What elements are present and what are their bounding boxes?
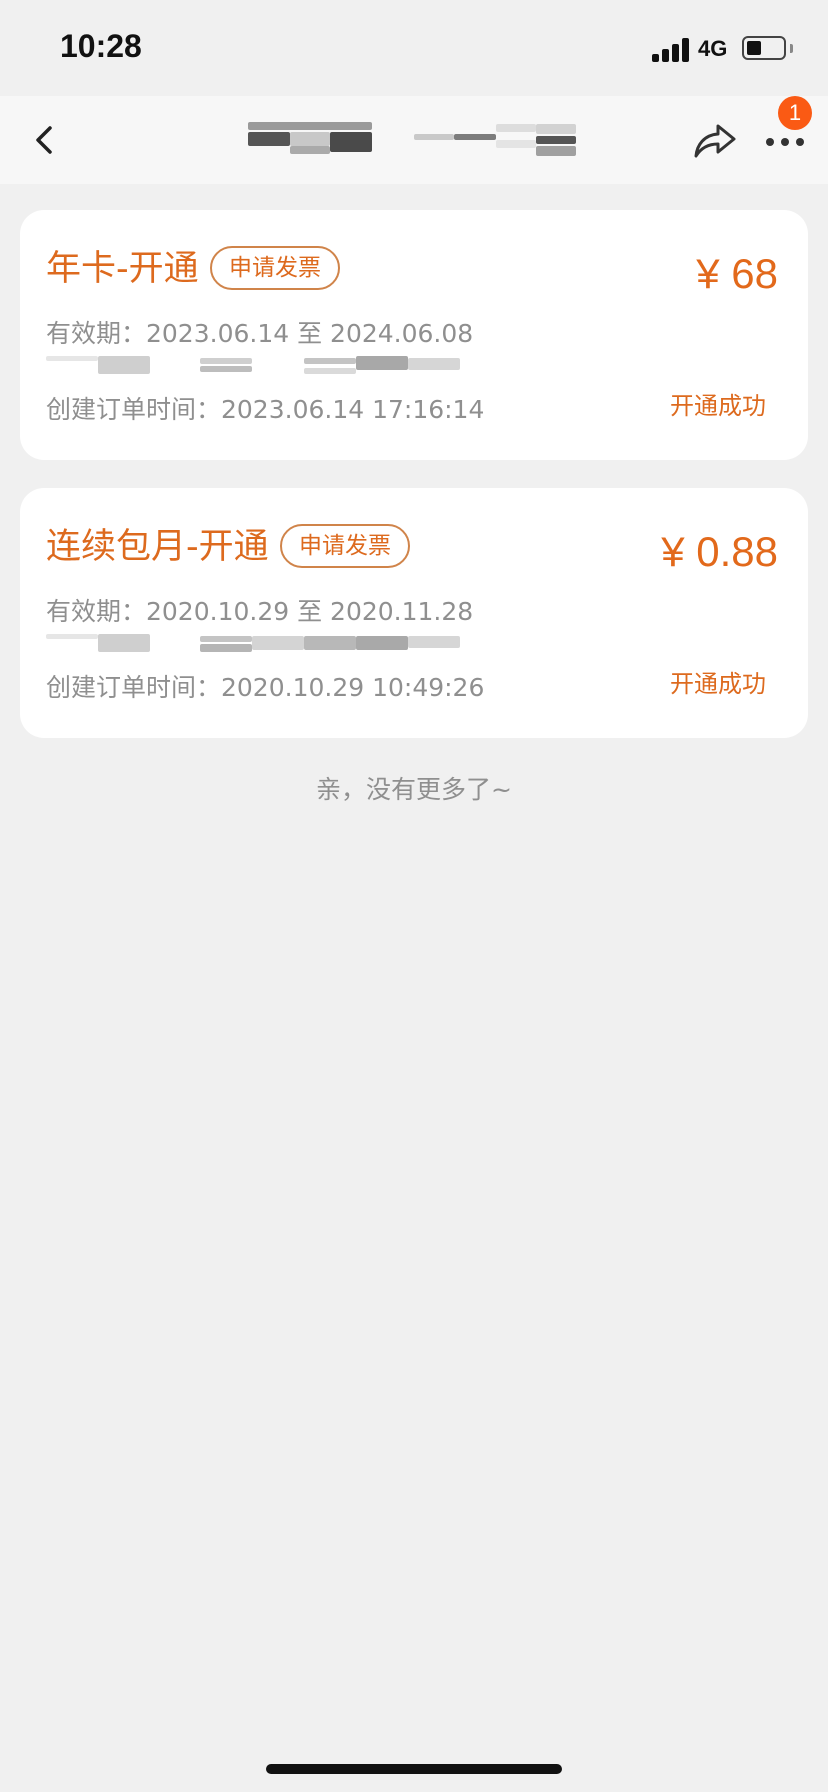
order-title: 年卡-开通 (46, 249, 199, 289)
order-created-time: 创建订单时间：2023.06.14 17:16:14 (46, 395, 485, 424)
home-indicator[interactable] (266, 1764, 562, 1774)
share-button[interactable] (690, 116, 740, 164)
invoice-button[interactable]: 申请发票 (210, 246, 340, 290)
redacted-order-number (46, 632, 460, 654)
invoice-button[interactable]: 申请发票 (280, 524, 410, 568)
battery-tip (790, 44, 793, 53)
status-bar: 10:28 4G (0, 0, 828, 96)
battery-icon (742, 36, 786, 60)
order-validity: 有效期：2023.06.14 至 2024.06.08 (46, 319, 474, 348)
status-time: 10:28 (60, 28, 142, 64)
order-validity: 有效期：2020.10.29 至 2020.11.28 (46, 597, 474, 626)
end-of-list-text: 亲，没有更多了~ (316, 775, 512, 804)
network-label: 4G (698, 36, 728, 61)
order-status: 开通成功 (670, 670, 766, 698)
order-price: ¥ 68 (696, 250, 778, 297)
nav-bar (0, 96, 828, 184)
order-title: 连续包月-开通 (46, 527, 269, 567)
back-button[interactable] (22, 116, 70, 164)
order-status: 开通成功 (670, 392, 766, 420)
nav-title-redacted (248, 122, 580, 156)
order-card: 连续包月-开通 申请发票 ¥ 0.88 有效期：2020.10.29 至 202… (20, 488, 808, 738)
notification-badge: 1 (778, 96, 812, 130)
share-icon (694, 124, 736, 158)
order-card: 年卡-开通 申请发票 ¥ 68 有效期：2023.06.14 至 2024.06… (20, 210, 808, 460)
redacted-order-number (46, 354, 460, 376)
order-created-time: 创建订单时间：2020.10.29 10:49:26 (46, 673, 485, 702)
signal-icon (652, 38, 692, 62)
order-price: ¥ 0.88 (661, 528, 778, 575)
chevron-left-icon (36, 126, 52, 154)
